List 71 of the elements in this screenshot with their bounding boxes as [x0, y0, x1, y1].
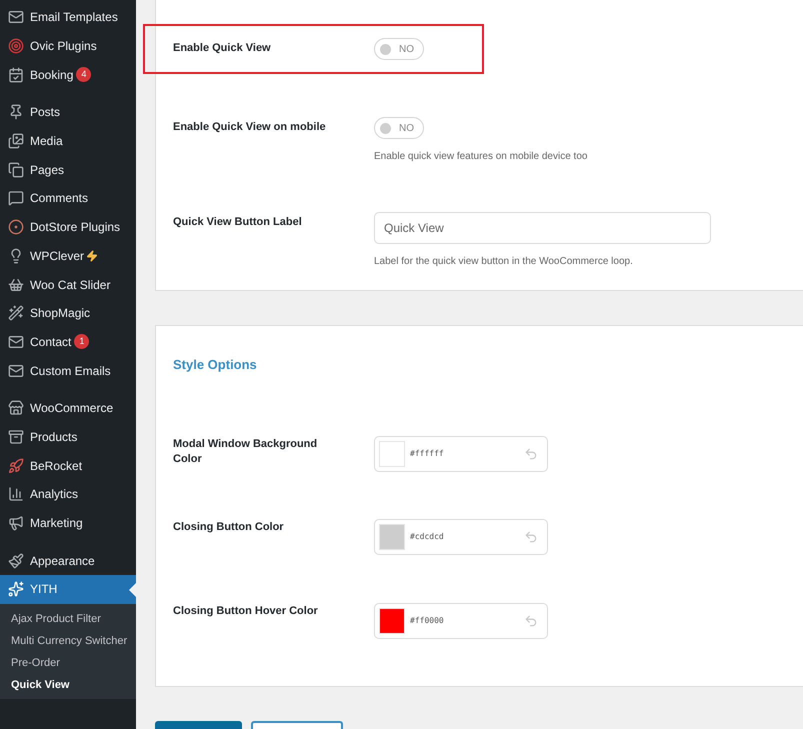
wand-icon — [8, 305, 24, 322]
mail-icon — [8, 9, 24, 26]
sidebar-item[interactable]: ShopMagic — [0, 298, 136, 328]
sidebar-item[interactable]: Contact 1 — [0, 328, 136, 356]
color-field[interactable]: #cdcdcd — [374, 519, 548, 555]
megaphone-icon — [8, 515, 24, 532]
color-value: #ff0000 — [410, 614, 445, 626]
sidebar-item[interactable]: Marketing — [0, 508, 136, 538]
submenu-item[interactable]: Pre-Order — [11, 656, 128, 671]
sidebar-item[interactable]: Email Templates — [0, 3, 136, 32]
current-pointer — [129, 583, 136, 598]
rocket-icon — [8, 458, 24, 474]
count-badge: 1 — [74, 334, 90, 350]
submenu-item[interactable]: Ajax Product Filter — [11, 612, 128, 627]
sidebar-item[interactable]: Media — [0, 126, 136, 156]
setting-label: Quick View Button Label — [173, 215, 303, 230]
color-value: #cdcdcd — [410, 531, 445, 543]
color-field[interactable]: #ffffff — [374, 436, 548, 472]
reset-icon — [524, 614, 538, 628]
toggle-state: NO — [399, 122, 414, 136]
toggle-state: NO — [399, 42, 414, 56]
sidebar-item[interactable]: Comments — [0, 184, 136, 213]
logo-icon — [8, 581, 24, 598]
sidebar-item[interactable]: Pages — [0, 155, 136, 184]
color-field[interactable]: #ff0000 — [374, 602, 548, 638]
toggle-switch[interactable]: NO — [374, 38, 424, 60]
sidebar-item[interactable]: DotStore Plugins — [0, 212, 136, 242]
store-icon — [8, 400, 24, 416]
sidebar-item[interactable]: Custom Emails — [0, 356, 136, 385]
pages-icon — [8, 162, 24, 178]
setting-description: Label for the quick view button in the WooCommerce loop. — [374, 255, 634, 269]
basket-icon — [8, 276, 24, 293]
setting-label: Modal Window Background Color — [173, 436, 318, 466]
sidebar-item[interactable]: Ovic Plugins — [0, 32, 136, 60]
mail-icon — [8, 362, 24, 379]
sidebar-item[interactable]: WooCommerce — [0, 394, 136, 423]
bar-chart-icon — [8, 486, 24, 502]
text-field[interactable]: Quick View — [374, 212, 711, 244]
target-icon — [8, 38, 24, 54]
paintbrush-icon — [8, 552, 24, 569]
secondary-button[interactable] — [251, 721, 343, 729]
comment-icon — [8, 190, 24, 206]
sidebar-item[interactable]: WPClever — [0, 242, 136, 270]
sidebar-item[interactable]: Woo Cat Slider — [0, 270, 136, 299]
setting-label: Closing Button Hover Color — [173, 604, 319, 618]
sidebar-item[interactable]: Analytics — [0, 480, 136, 509]
lightning-icon — [86, 250, 98, 262]
submenu-item[interactable]: Multi Currency Switcher — [11, 634, 128, 649]
calendar-icon — [8, 66, 24, 83]
archive-icon — [8, 428, 24, 445]
mail-icon — [8, 334, 24, 350]
sidebar-item[interactable]: YITH — [0, 575, 136, 604]
count-badge: 4 — [76, 67, 92, 82]
media-icon — [8, 133, 24, 150]
sidebar-item[interactable]: BeRocket — [0, 451, 136, 480]
sidebar-item[interactable]: Booking 4 — [0, 60, 136, 90]
sidebar-item[interactable]: Appearance — [0, 546, 136, 576]
toggle-switch[interactable]: NO — [374, 117, 424, 139]
setting-label: Enable Quick View on mobile — [173, 120, 327, 135]
setting-label: Closing Button Color — [173, 520, 285, 535]
sidebar-item[interactable]: Posts — [0, 98, 136, 127]
setting-description: Enable quick view features on mobile device too — [374, 150, 588, 164]
reset-icon — [524, 446, 538, 460]
circle-icon — [8, 219, 24, 236]
pin-icon — [8, 104, 24, 120]
color-value: #ffffff — [410, 448, 445, 460]
sidebar-item[interactable]: Products — [0, 422, 136, 452]
section-title: Style Options — [173, 356, 258, 374]
submenu-item[interactable]: Quick View — [11, 678, 128, 693]
reset-icon — [524, 530, 538, 544]
setting-label: Enable Quick View — [173, 41, 272, 56]
